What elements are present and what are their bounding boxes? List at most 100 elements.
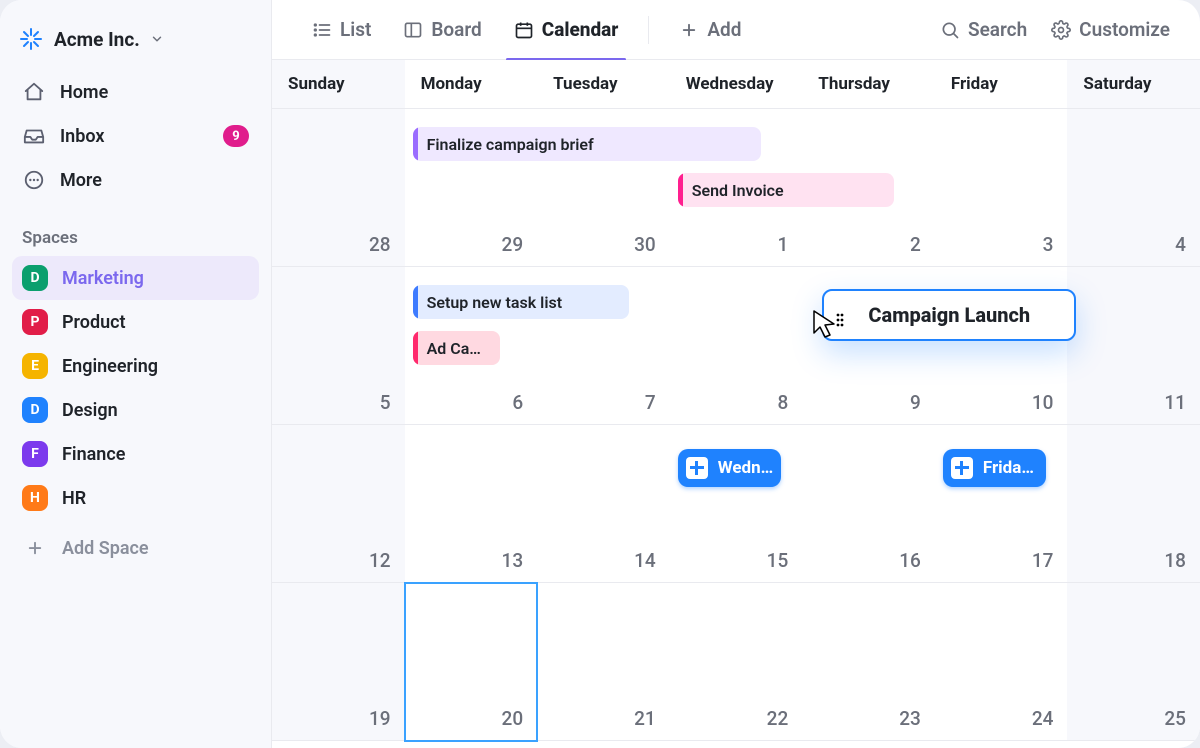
brand-logo-icon xyxy=(18,26,44,52)
plus-icon xyxy=(679,20,699,40)
calendar-cell[interactable]: 9 xyxy=(802,267,935,425)
space-label: Engineering xyxy=(62,356,158,377)
calendar-cell[interactable]: 11 xyxy=(1067,267,1200,425)
calendar-cell[interactable]: 12 xyxy=(272,425,405,583)
inbox-icon xyxy=(22,124,46,148)
spaces-list: DMarketingPProductEEngineeringDDesign F Fi… xyxy=(12,256,259,520)
workspace-switcher[interactable]: Acme Inc. xyxy=(12,20,259,70)
calendar-cell[interactable]: 13 xyxy=(405,425,538,583)
space-label: Finance xyxy=(62,444,125,465)
sidebar: Acme Inc. Home Inbox 9 More Spaces DMar xyxy=(0,0,272,748)
view-tab-list[interactable]: List xyxy=(300,0,383,60)
search-label: Search xyxy=(968,18,1027,41)
space-label: HR xyxy=(62,488,86,509)
event-label: Finalize campaign brief xyxy=(427,135,594,154)
view-tab-board-label: Board xyxy=(431,18,481,41)
event-label: Setup new task list xyxy=(427,293,563,312)
date-number: 2 xyxy=(910,233,921,256)
calendar-cell[interactable]: 25 xyxy=(1067,583,1200,741)
calendar-cell[interactable]: 20 xyxy=(405,583,538,741)
date-number: 30 xyxy=(634,233,656,256)
day-header-wednesday: Wednesday xyxy=(670,60,803,108)
calendar-icon xyxy=(514,20,534,40)
event-finalize-brief[interactable]: Finalize campaign brief xyxy=(413,127,762,161)
nav-more[interactable]: More xyxy=(12,158,259,202)
inbox-badge: 9 xyxy=(223,125,249,147)
event-label: Wedn… xyxy=(718,458,774,478)
nav-inbox[interactable]: Inbox 9 xyxy=(12,114,259,158)
plus-icon xyxy=(22,535,48,561)
gear-icon xyxy=(1051,20,1071,40)
chevron-down-icon xyxy=(150,32,164,46)
view-tab-list-label: List xyxy=(340,18,371,41)
event-setup-tasklist[interactable]: Setup new task list xyxy=(413,285,629,319)
calendar-cell[interactable]: 24 xyxy=(935,583,1068,741)
calendar-cell[interactable]: 14 xyxy=(537,425,670,583)
date-number: 12 xyxy=(369,549,391,572)
view-tab-calendar[interactable]: Calendar xyxy=(502,0,631,60)
add-view-button[interactable]: Add xyxy=(667,0,753,60)
list-icon xyxy=(312,20,332,40)
calendar-cell[interactable]: 21 xyxy=(537,583,670,741)
add-space-button[interactable]: Add Space xyxy=(12,526,259,570)
search-button[interactable]: Search xyxy=(932,18,1035,41)
date-number: 21 xyxy=(634,707,656,730)
calendar-cell[interactable]: 8 xyxy=(670,267,803,425)
date-number: 25 xyxy=(1164,707,1186,730)
calendar-cell[interactable]: 10 xyxy=(935,267,1068,425)
event-label: Send Invoice xyxy=(692,181,784,200)
workspace-name: Acme Inc. xyxy=(54,28,140,51)
calendar-cell[interactable]: 23 xyxy=(802,583,935,741)
calendar-grid[interactable]: 2829301234567891011121314151617181920212… xyxy=(272,109,1200,741)
view-tabs: List Board Calendar Add xyxy=(272,0,1200,60)
board-icon xyxy=(403,20,423,40)
calendar-cell[interactable]: 4 xyxy=(1067,109,1200,267)
space-color-chip: F xyxy=(22,441,48,467)
calendar-cell[interactable]: 5 xyxy=(272,267,405,425)
space-item-engineering[interactable]: EEngineering xyxy=(12,344,259,388)
nav-home[interactable]: Home xyxy=(12,70,259,114)
date-number: 1 xyxy=(777,233,788,256)
date-number: 20 xyxy=(502,707,524,730)
date-number: 5 xyxy=(380,391,391,414)
date-number: 19 xyxy=(369,707,391,730)
space-item-product[interactable]: PProduct xyxy=(12,300,259,344)
event-send-invoice[interactable]: Send Invoice xyxy=(678,173,894,207)
space-label: Product xyxy=(62,312,126,333)
date-number: 8 xyxy=(777,391,788,414)
ellipsis-icon xyxy=(22,168,46,192)
view-tab-board[interactable]: Board xyxy=(391,0,493,60)
calendar-cell[interactable]: 16 xyxy=(802,425,935,583)
date-number: 3 xyxy=(1043,233,1054,256)
date-number: 29 xyxy=(502,233,524,256)
add-space-label: Add Space xyxy=(62,538,149,559)
day-header-thursday: Thursday xyxy=(802,60,935,108)
space-item-finance[interactable]: F Finance xyxy=(12,432,259,476)
calendar-cell[interactable]: 28 xyxy=(272,109,405,267)
date-number: 24 xyxy=(1032,707,1054,730)
main-pane: List Board Calendar Add xyxy=(272,0,1200,748)
space-color-chip: H xyxy=(22,485,48,511)
event-ad-campaign[interactable]: Ad Ca… xyxy=(413,331,500,365)
customize-button[interactable]: Customize xyxy=(1043,18,1178,41)
calendar-cell[interactable]: 3 xyxy=(935,109,1068,267)
event-gcal-wednesday[interactable]: Wedn… xyxy=(678,449,781,487)
date-number: 17 xyxy=(1032,549,1054,572)
customize-label: Customize xyxy=(1079,18,1170,41)
calendar-cell[interactable]: 22 xyxy=(670,583,803,741)
space-item-marketing[interactable]: DMarketing xyxy=(12,256,259,300)
event-gcal-friday[interactable]: Frida… xyxy=(943,449,1046,487)
space-item-design[interactable]: DDesign xyxy=(12,388,259,432)
calendar-cell[interactable]: 18 xyxy=(1067,425,1200,583)
day-header-sunday: Sunday xyxy=(272,60,405,108)
date-number: 10 xyxy=(1032,391,1054,414)
space-item-hr[interactable]: H HR xyxy=(12,476,259,520)
date-number: 18 xyxy=(1164,549,1186,572)
date-number: 9 xyxy=(910,391,921,414)
home-icon xyxy=(22,80,46,104)
date-number: 15 xyxy=(767,549,789,572)
date-number: 6 xyxy=(512,391,523,414)
calendar-cell[interactable]: 19 xyxy=(272,583,405,741)
view-tab-calendar-label: Calendar xyxy=(542,18,619,41)
space-color-chip: D xyxy=(22,397,48,423)
